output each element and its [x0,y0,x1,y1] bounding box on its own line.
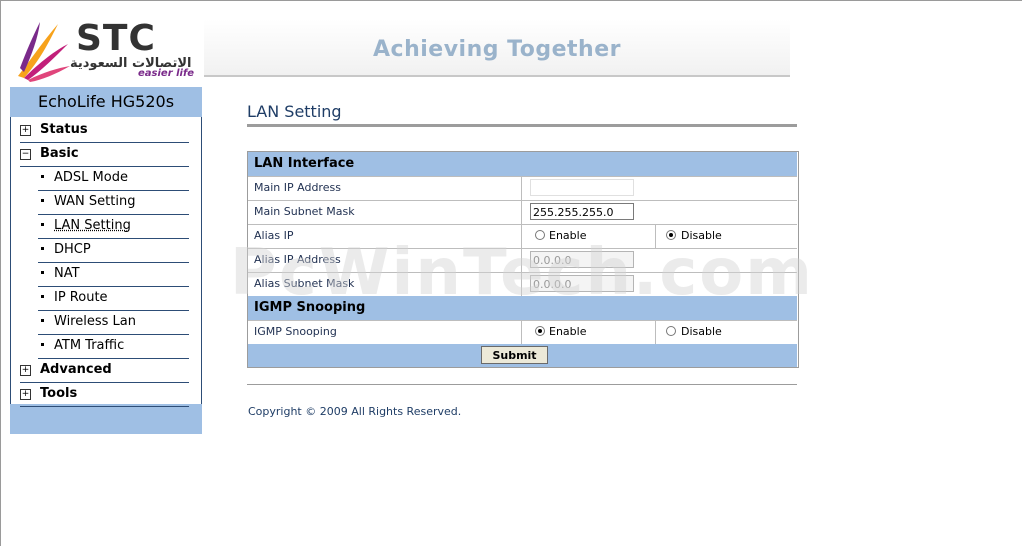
sidebar-item-label: LAN Setting [54,218,131,233]
window-border-top [0,0,1022,1]
field-label: Alias Subnet Mask [248,272,522,296]
bullet-icon [41,222,44,226]
bullet-icon [41,342,44,346]
igmp-enable-radio[interactable] [535,326,545,336]
sidebar-item-tools[interactable]: + Tools [20,382,189,407]
bullet-icon [41,318,44,322]
expand-icon[interactable]: + [20,389,31,400]
submit-bar: Submit [248,344,797,367]
expand-icon[interactable]: + [20,125,31,136]
table-row-igmp-snooping: IGMP Snooping Enable Disable [248,320,797,345]
sidebar-item-label: Wireless Lan [54,314,136,329]
igmp-disable-radio[interactable] [666,326,676,336]
stc-logo: STC الاتصالات السعودية easier life [14,18,200,82]
copyright-text: Copyright © 2009 All Rights Reserved. [248,405,462,418]
bullet-icon [41,246,44,250]
sidebar-item-wan-setting[interactable]: WAN Setting [38,190,189,215]
main-ip-input[interactable] [530,179,634,196]
table-row-main-ip: Main IP Address [248,176,797,201]
sidebar-item-label: Tools [40,386,78,401]
sidebar-item-lan-setting[interactable]: LAN Setting [38,214,189,239]
section-header-igmp: IGMP Snooping [248,296,797,321]
section-title: LAN Interface [254,156,355,171]
alias-ip-address-input[interactable]: 0.0.0.0 [530,251,634,268]
table-row-subnet-mask: Main Subnet Mask 255.255.255.0 [248,200,797,225]
stc-brand-text: STC [76,18,156,59]
stc-tagline: easier life [138,68,195,79]
sidebar-item-status[interactable]: + Status [20,118,189,143]
bullet-icon [41,174,44,178]
sidebar-item-dhcp[interactable]: DHCP [38,238,189,263]
sidebar-item-label: WAN Setting [54,194,136,209]
field-label: Alias IP Address [248,248,522,272]
sidebar-item-label: IP Route [54,290,108,305]
sidebar-item-label: Status [40,122,88,137]
field-label: IGMP Snooping [248,320,522,344]
stc-swirl-icon [18,22,70,82]
alias-ip-disable-radio[interactable] [666,230,676,240]
radio-label: Enable [549,229,587,242]
sidebar-item-label: Basic [40,146,79,161]
sidebar-item-ip-route[interactable]: IP Route [38,286,189,311]
submit-button[interactable]: Submit [481,346,548,364]
sidebar-item-advanced[interactable]: + Advanced [20,358,189,383]
sidebar-item-atm-traffic[interactable]: ATM Traffic [38,334,189,359]
radio-label: Disable [681,229,722,242]
subnet-mask-input[interactable]: 255.255.255.0 [530,203,634,220]
section-header-lan-interface: LAN Interface [248,152,797,177]
field-label: Main Subnet Mask [248,200,522,224]
sidebar-item-label: ADSL Mode [54,170,128,185]
sidebar-item-label: ATM Traffic [54,338,125,353]
alias-ip-enable-radio[interactable] [535,230,545,240]
sidebar-footer [10,404,202,434]
expand-icon[interactable]: + [20,365,31,376]
bullet-icon [41,294,44,298]
sidebar-item-wireless-lan[interactable]: Wireless Lan [38,310,189,335]
collapse-icon[interactable]: − [20,149,31,160]
window-border-left [0,0,1,546]
table-row-alias-ip: Alias IP Enable Disable [248,224,797,249]
sidebar-item-adsl-mode[interactable]: ADSL Mode [38,166,189,191]
radio-label: Enable [549,325,587,338]
alias-subnet-input[interactable]: 0.0.0.0 [530,275,634,292]
sidebar-item-label: DHCP [54,242,91,257]
lan-settings-table: LAN Interface Main IP Address Main Subne… [247,151,799,368]
page-title: LAN Setting [247,102,797,127]
sidebar-item-basic[interactable]: − Basic [20,142,189,167]
sidebar-item-label: NAT [54,266,80,281]
sidebar-item-label: Advanced [40,362,112,377]
field-label: Alias IP [248,224,522,248]
bullet-icon [41,270,44,274]
banner-slogan: Achieving Together [373,37,621,62]
field-label: Main IP Address [248,176,522,200]
sidebar-item-nat[interactable]: NAT [38,262,189,287]
table-row-alias-subnet: Alias Subnet Mask 0.0.0.0 [248,272,797,297]
table-row-alias-ip-address: Alias IP Address 0.0.0.0 [248,248,797,273]
radio-label: Disable [681,325,722,338]
divider [247,384,797,385]
header-banner: Achieving Together [204,19,790,77]
sidebar-title: EchoLife HG520s [10,87,202,117]
section-title: IGMP Snooping [254,300,366,315]
bullet-icon [41,198,44,202]
